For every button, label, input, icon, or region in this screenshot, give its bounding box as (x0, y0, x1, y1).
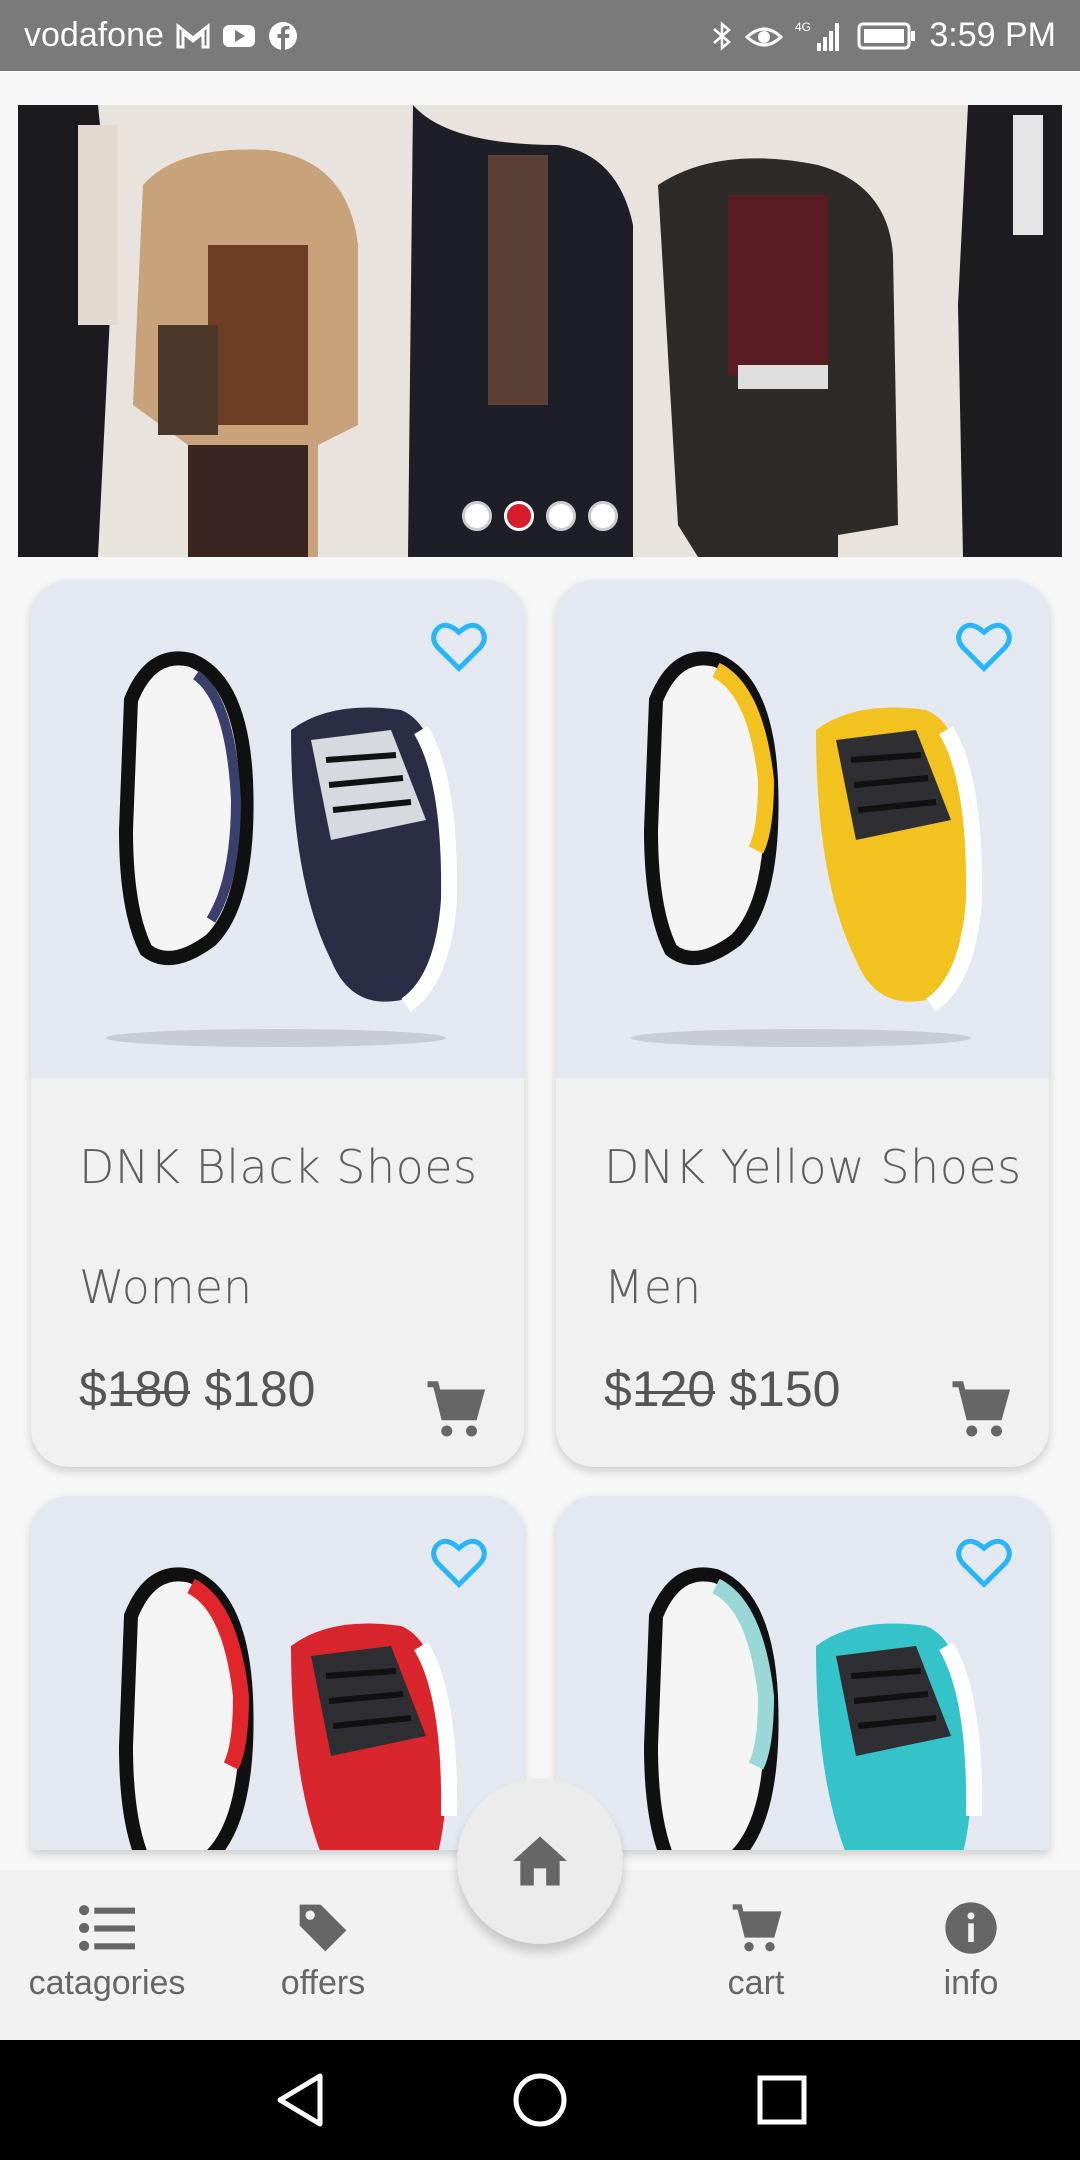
old-price: $120 (604, 1361, 716, 1417)
battery-icon (857, 21, 917, 51)
home-icon (513, 1836, 567, 1886)
list-icon (79, 1905, 135, 1951)
nav-item-categories[interactable]: catagories (7, 1900, 207, 2003)
eye-icon (745, 22, 784, 50)
product-card[interactable]: DNK Black Shoes Women $180 $180 (31, 580, 524, 1467)
network-type: 4G (795, 20, 811, 34)
carousel-dot[interactable] (546, 501, 576, 531)
add-to-cart-icon[interactable] (422, 1376, 488, 1442)
carousel-indicators (18, 501, 1062, 531)
nav-label: info (943, 1964, 999, 2002)
back-icon[interactable] (270, 2068, 330, 2132)
tag-icon (299, 1904, 347, 1952)
current-price: $180 (204, 1361, 316, 1417)
recents-icon[interactable] (752, 2068, 812, 2132)
product-card[interactable] (556, 1496, 1049, 1850)
info-icon (945, 1902, 997, 1954)
gmail-icon (176, 22, 210, 49)
nav-item-info[interactable]: info (871, 1900, 1071, 2003)
carrier-name: vodafone (24, 16, 164, 54)
product-name: DNK Yellow Shoes (604, 1140, 1022, 1194)
old-price: $180 (79, 1361, 191, 1417)
nav-item-cart[interactable]: cart (656, 1900, 856, 2003)
carousel-dot-active[interactable] (504, 501, 534, 531)
nav-label: offers (280, 1964, 366, 2002)
product-card[interactable] (31, 1496, 524, 1850)
facebook-icon (268, 21, 298, 51)
favorite-icon[interactable] (428, 1532, 490, 1592)
favorite-icon[interactable] (953, 616, 1015, 676)
current-price: $150 (729, 1361, 841, 1417)
favorite-icon[interactable] (428, 616, 490, 676)
bluetooth-icon (711, 20, 733, 52)
home-nav-icon[interactable] (508, 2068, 572, 2132)
price-row: $120 $150 (604, 1360, 840, 1418)
product-name: DNK Black Shoes (79, 1140, 478, 1194)
promo-banner[interactable] (18, 105, 1062, 557)
nav-label: catagories (28, 1964, 186, 2002)
price-row: $180 $180 (79, 1360, 315, 1418)
clock: 3:59 PM (929, 16, 1056, 54)
banner-image (18, 105, 1062, 557)
carousel-dot[interactable] (588, 501, 618, 531)
nav-label: cart (727, 1964, 785, 2002)
add-to-cart-icon[interactable] (947, 1376, 1013, 1442)
favorite-icon[interactable] (953, 1532, 1015, 1592)
home-button[interactable] (457, 1778, 623, 1944)
youtube-icon (222, 23, 256, 49)
product-gender: Men (604, 1260, 702, 1314)
nav-item-offers[interactable]: offers (223, 1900, 423, 2003)
status-bar: vodafone 4G 3:59 PM (0, 0, 1080, 71)
cart-icon (732, 1904, 782, 1952)
product-gender: Women (79, 1260, 253, 1314)
system-navigation-bar (0, 2040, 1080, 2160)
product-card[interactable]: DNK Yellow Shoes Men $120 $150 (556, 580, 1049, 1467)
carousel-dot[interactable] (462, 501, 492, 531)
signal-icon: 4G (795, 19, 845, 53)
